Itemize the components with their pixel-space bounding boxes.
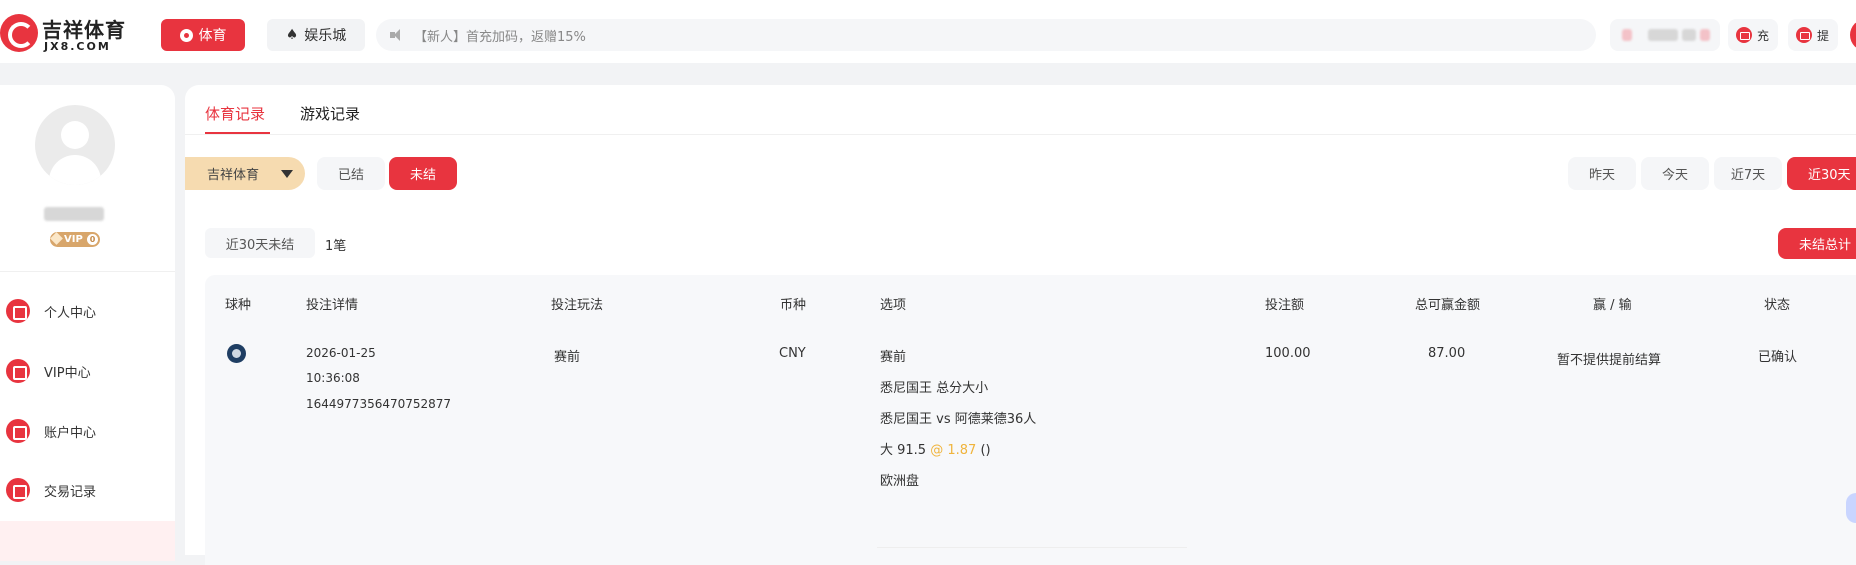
top-bar: 吉祥体育 JX8.COM 体育 ♠ 娱乐城 【新人】首充加码，返赠15% 充 提 <box>0 0 1856 63</box>
blurred-balance-part <box>1682 29 1696 41</box>
logo-text-cn: 吉祥体育 <box>42 18 126 42</box>
bet-status: 已确认 <box>1758 350 1798 365</box>
vip-badge-label: VIP <box>64 234 83 245</box>
bet-payout: 87.00 <box>1428 346 1466 361</box>
sidebar-item-transactions[interactable]: 交易记录 <box>0 468 175 512</box>
user-icon <box>6 299 30 323</box>
blurred-username <box>44 207 104 221</box>
sidebar: VIP 0 个人中心 VIP中心 账户中心 交易记录 <box>0 85 175 561</box>
nav-sport-button[interactable]: 体育 <box>161 19 245 51</box>
bet-option-pick-line: 大 91.5 @ 1.87 () <box>880 439 991 458</box>
range-7days-button[interactable]: 近7天 <box>1714 157 1782 190</box>
blurred-balance-part <box>1648 29 1678 41</box>
speaker-icon <box>390 29 404 41</box>
calendar-icon <box>6 478 30 502</box>
platform-dropdown[interactable]: 吉祥体育 <box>185 157 305 190</box>
range-today-button[interactable]: 今天 <box>1641 157 1709 190</box>
soccer-ball-icon <box>179 28 193 42</box>
bet-date: 2026-01-25 <box>306 346 376 360</box>
record-tabs: 体育记录 游戏记录 <box>185 85 1856 135</box>
withdraw-button[interactable]: 提 <box>1788 19 1838 51</box>
column-header-detail: 投注详情 <box>306 298 359 313</box>
bet-option-market: 悉尼国王 总分大小 <box>880 381 989 396</box>
column-header-sport: 球种 <box>225 298 252 313</box>
bet-option-at: @ <box>930 443 944 458</box>
user-menu-button[interactable] <box>1850 19 1856 51</box>
sidebar-item-personal[interactable]: 个人中心 <box>0 289 175 333</box>
avatar[interactable] <box>35 105 115 185</box>
column-header-winloss: 赢 / 输 <box>1593 298 1632 313</box>
bet-option-suffix: () <box>980 443 991 458</box>
platform-dropdown-value: 吉祥体育 <box>207 168 260 183</box>
column-header-payout: 总可赢金额 <box>1415 298 1481 313</box>
bet-time: 10:36:08 <box>306 371 360 385</box>
range-yesterday-button[interactable]: 昨天 <box>1568 157 1636 190</box>
crown-icon <box>6 359 30 383</box>
tab-active-underline <box>205 132 270 134</box>
column-header-status: 状态 <box>1764 298 1791 313</box>
basketball-icon <box>227 344 246 363</box>
notice-text: 【新人】首充加码，返赠15% <box>414 29 586 45</box>
bet-stake: 100.00 <box>1265 346 1311 361</box>
bet-option-match: 悉尼国王 vs 阿德莱德36人 <box>880 412 1037 427</box>
filter-unsettled-button[interactable]: 未结 <box>389 157 457 190</box>
wallet-icon <box>1796 27 1812 43</box>
sidebar-item-account[interactable]: 账户中心 <box>0 409 175 453</box>
main-panel: 体育记录 游戏记录 吉祥体育 已结 未结 昨天 今天 近7天 近30天 近30天… <box>185 85 1856 565</box>
column-header-currency: 币种 <box>780 298 807 313</box>
column-header-stake: 投注额 <box>1265 298 1305 313</box>
sidebar-item-label: VIP中心 <box>44 365 91 381</box>
deposit-label: 充 <box>1757 28 1770 43</box>
nav-sport-label: 体育 <box>198 28 227 44</box>
option-divider <box>877 547 1187 548</box>
sidebar-item-active-bg[interactable] <box>0 521 175 561</box>
avatar-head <box>61 121 89 149</box>
blurred-balance-part <box>1622 29 1632 41</box>
withdraw-label: 提 <box>1817 28 1830 43</box>
chevron-down-icon <box>281 170 293 178</box>
spade-icon: ♠ <box>285 27 299 43</box>
site-logo[interactable]: 吉祥体育 JX8.COM <box>0 12 130 58</box>
blurred-balance-part <box>1700 29 1710 41</box>
summary-count: 1笔 <box>325 239 347 254</box>
notice-marquee[interactable]: 【新人】首充加码，返赠15% <box>376 19 1596 51</box>
bet-currency: CNY <box>779 346 806 361</box>
deposit-button[interactable]: 充 <box>1728 19 1778 51</box>
bet-option-pick: 大 91.5 <box>880 443 927 458</box>
avatar-body <box>49 155 101 185</box>
bet-records-table: 球种 投注详情 投注玩法 币种 选项 投注额 总可赢金额 赢 / 输 状态 20… <box>205 275 1856 565</box>
filter-settled-button[interactable]: 已结 <box>317 157 385 190</box>
nav-casino-label: 娱乐城 <box>304 28 347 44</box>
nav-casino-button[interactable]: ♠ 娱乐城 <box>267 19 365 51</box>
bet-option-odds: 1.87 <box>947 443 977 458</box>
bet-id: 1644977356470752877 <box>306 397 452 411</box>
bet-odds-type: 欧洲盘 <box>880 474 920 489</box>
sidebar-item-vip[interactable]: VIP中心 <box>0 349 175 393</box>
column-header-play: 投注玩法 <box>551 298 604 313</box>
tab-game-records[interactable]: 游戏记录 <box>300 103 360 124</box>
bet-winloss: 暂不提供提前结算 <box>1557 353 1662 368</box>
sidebar-item-label: 交易记录 <box>44 484 97 500</box>
tab-sports-records[interactable]: 体育记录 <box>205 103 265 124</box>
logo-text-en: JX8.COM <box>44 40 111 53</box>
range-30days-button[interactable]: 近30天 <box>1787 157 1856 190</box>
sidebar-item-label: 个人中心 <box>44 305 97 321</box>
floating-service-button[interactable] <box>1846 493 1856 523</box>
wallet-icon <box>6 419 30 443</box>
column-header-option: 选项 <box>880 298 907 313</box>
vip-badge[interactable]: VIP 0 <box>50 232 100 247</box>
bet-play: 赛前 <box>554 350 581 365</box>
sidebar-divider <box>0 271 175 272</box>
sidebar-item-label: 账户中心 <box>44 425 97 441</box>
unsettled-total-button[interactable]: 未结总计 <box>1778 228 1856 259</box>
bet-option-type: 赛前 <box>880 350 907 365</box>
balance-display[interactable] <box>1610 19 1720 51</box>
logo-mark-icon <box>0 14 38 52</box>
vip-level: 0 <box>87 234 98 245</box>
wallet-icon <box>1736 27 1752 43</box>
summary-period-label: 近30天未结 <box>205 228 315 258</box>
